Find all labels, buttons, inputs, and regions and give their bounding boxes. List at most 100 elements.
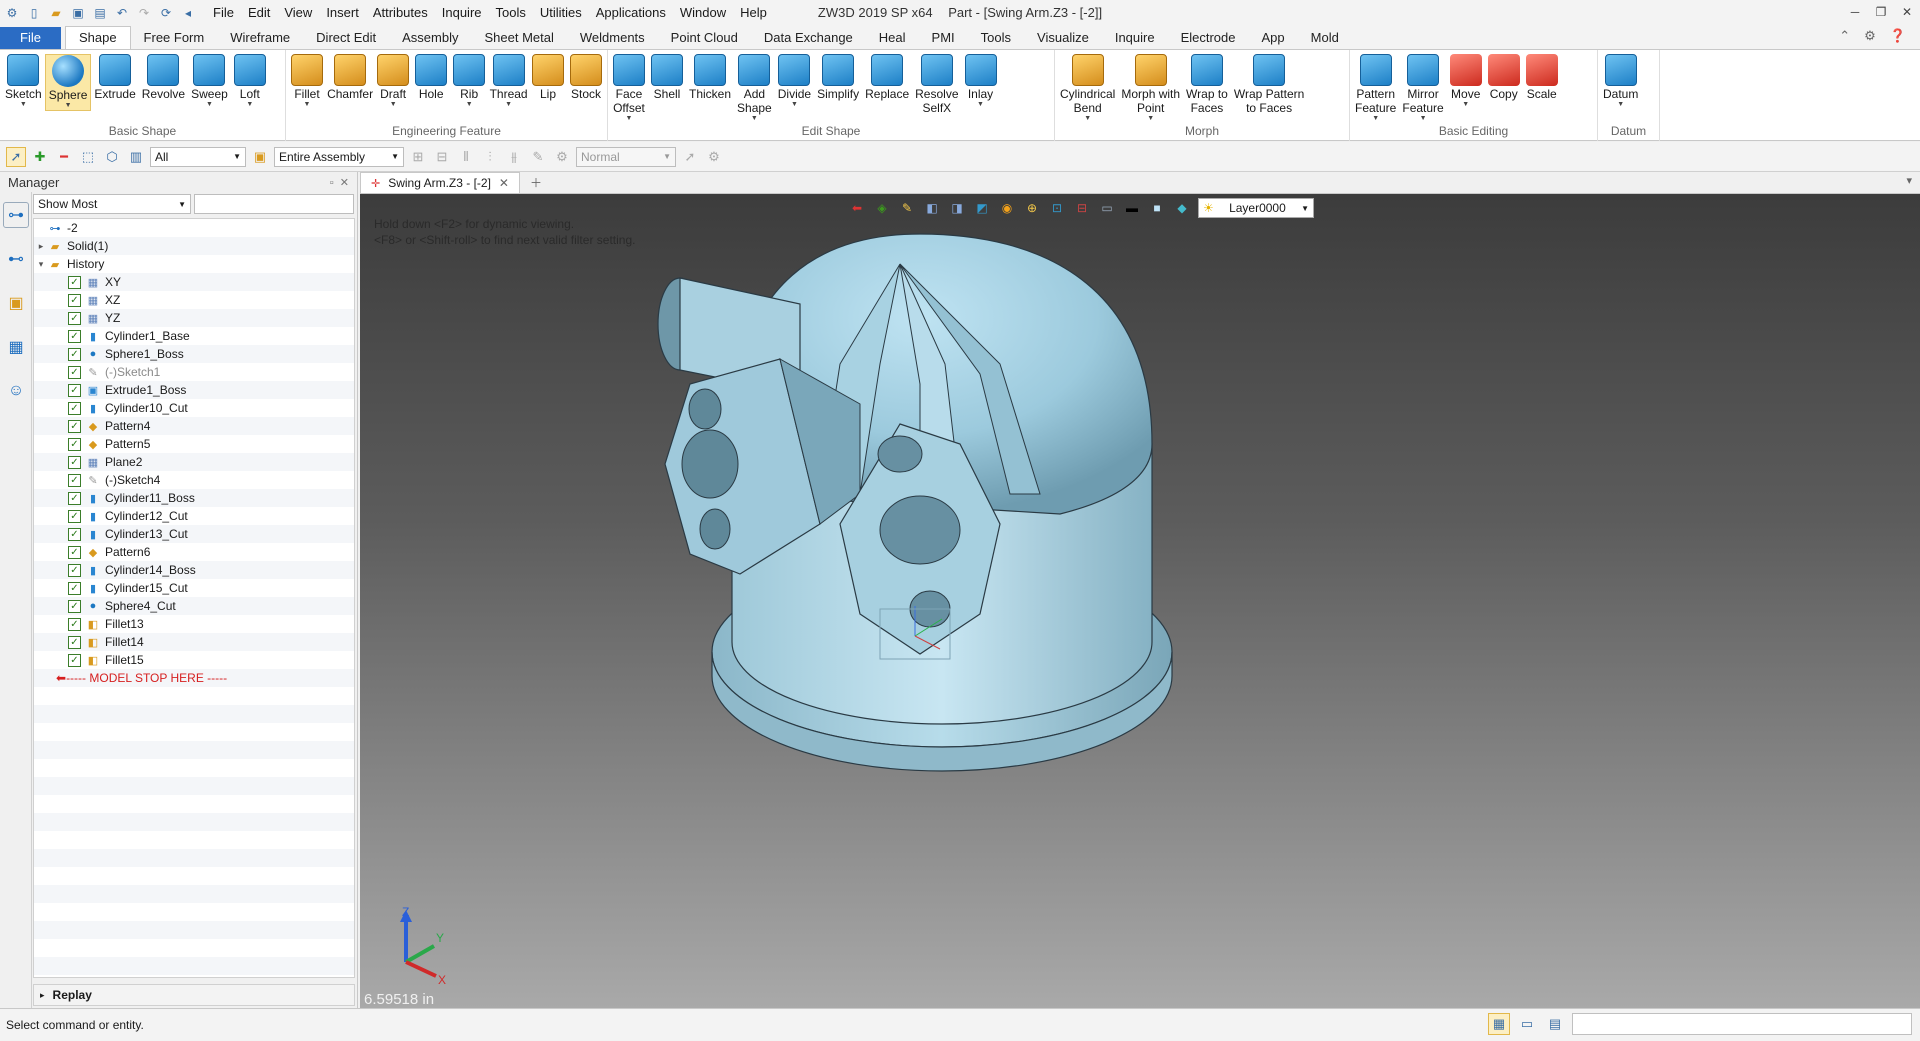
tree-row[interactable]: ✓ ● Sphere4_Cut [34, 597, 354, 615]
save-icon[interactable]: ▣ [70, 5, 86, 21]
tab-weldments[interactable]: Weldments [567, 27, 658, 49]
view-manager-icon[interactable]: ▦ [3, 334, 29, 360]
pick-mode-dropdown[interactable]: Normal ▼ [576, 146, 676, 167]
align-left-icon[interactable]: ⫴ [456, 147, 476, 167]
pin-icon[interactable]: ✎ [528, 147, 548, 167]
snap-icon[interactable]: ⊞ [408, 147, 428, 167]
pick-mode-icon[interactable]: ⚙ [552, 147, 572, 167]
window-icon[interactable]: ▤ [1544, 1013, 1566, 1035]
align-center-icon[interactable]: ⫶ [480, 147, 500, 167]
tree-row[interactable]: ✓ ▦ XZ [34, 291, 354, 309]
tab-sheet-metal[interactable]: Sheet Metal [472, 27, 567, 49]
visibility-checkbox[interactable]: ✓ [68, 563, 81, 577]
visibility-checkbox[interactable]: ✓ [68, 545, 81, 559]
filter-icon[interactable]: ▥ [126, 147, 146, 167]
visibility-checkbox[interactable]: ✓ [68, 527, 81, 541]
thread-button[interactable]: Thread ▼ [488, 54, 529, 109]
chevron-down-icon[interactable]: ▼ [1420, 115, 1427, 123]
model-render[interactable] [360, 194, 1920, 1008]
replay-section[interactable]: ▸ Replay [33, 984, 355, 1006]
menu-help[interactable]: Help [733, 0, 774, 25]
morph-with-point-button[interactable]: Morph with Point ▼ [1118, 54, 1183, 123]
minimize-button[interactable]: ─ [1842, 0, 1868, 25]
menu-utilities[interactable]: Utilities [533, 0, 589, 25]
tree-row[interactable]: ✓ ▮ Cylinder13_Cut [34, 525, 354, 543]
assembly-tree-icon[interactable]: ⊷ [3, 246, 29, 272]
tab-visualize[interactable]: Visualize [1024, 27, 1102, 49]
app-logo-icon[interactable]: ⚙ [4, 5, 20, 21]
tree-row[interactable]: ✓ ◧ Fillet14 [34, 633, 354, 651]
divide-button[interactable]: Divide ▼ [775, 54, 814, 123]
snap-grid-icon[interactable]: ⊟ [432, 147, 452, 167]
visibility-checkbox[interactable]: ✓ [68, 383, 81, 397]
display-filter-dropdown[interactable]: Show Most ▼ [33, 194, 191, 214]
datum-button[interactable]: Datum ▼ [1600, 54, 1641, 109]
visibility-checkbox[interactable]: ✓ [68, 581, 81, 595]
chamfer-button[interactable]: Chamfer [326, 54, 374, 109]
visibility-checkbox[interactable]: ✓ [68, 599, 81, 613]
tree-row[interactable]: ✓ ◧ Fillet15 [34, 651, 354, 669]
chevron-down-icon[interactable]: ▾ [34, 259, 48, 270]
pattern-feature-button[interactable]: Pattern Feature ▼ [1352, 54, 1399, 123]
tree-root-row[interactable]: ⊶ -2 [34, 219, 354, 237]
chevron-right-icon[interactable]: ▸ [34, 241, 48, 252]
visibility-checkbox[interactable]: ✓ [68, 635, 81, 649]
tab-mold[interactable]: Mold [1298, 27, 1352, 49]
settings-icon[interactable]: ⚙ [704, 147, 724, 167]
tab-assembly[interactable]: Assembly [389, 27, 471, 49]
back-arrow-icon[interactable]: ◂ [180, 5, 196, 21]
menu-file[interactable]: File [206, 0, 241, 25]
tree-row[interactable]: ✓ ◆ Pattern6 [34, 543, 354, 561]
draft-button[interactable]: Draft ▼ [374, 54, 412, 109]
tab-pmi[interactable]: PMI [919, 27, 968, 49]
tree-row[interactable]: ▸ ▰ Solid(1) [34, 237, 354, 255]
visibility-checkbox[interactable]: ✓ [68, 311, 81, 325]
tab-wireframe[interactable]: Wireframe [217, 27, 303, 49]
menu-tools[interactable]: Tools [489, 0, 533, 25]
chevron-down-icon[interactable]: ▼ [751, 115, 758, 123]
tab-heal[interactable]: Heal [866, 27, 919, 49]
tree-row[interactable]: ✓ ▮ Cylinder10_Cut [34, 399, 354, 417]
chevron-down-icon[interactable]: ▼ [1372, 115, 1379, 123]
thicken-button[interactable]: Thicken [686, 54, 734, 123]
visibility-checkbox[interactable]: ✓ [68, 617, 81, 631]
inlay-button[interactable]: Inlay ▼ [962, 54, 1000, 123]
user-icon[interactable]: ☺ [3, 378, 29, 404]
close-button[interactable]: ✕ [1894, 0, 1920, 25]
align-right-icon[interactable]: ⫵ [504, 147, 524, 167]
menu-applications[interactable]: Applications [589, 0, 673, 25]
pick-filter-dropdown[interactable]: All ▼ [150, 146, 246, 167]
chevron-down-icon[interactable]: ▼ [505, 101, 512, 109]
visibility-checkbox[interactable]: ✓ [68, 365, 81, 379]
tab-point-cloud[interactable]: Point Cloud [658, 27, 751, 49]
copy-button[interactable]: Copy [1485, 54, 1523, 123]
face-offset-button[interactable]: Face Offset ▼ [610, 54, 648, 123]
sweep-button[interactable]: Sweep ▼ [188, 54, 231, 111]
cylindrical-bend-button[interactable]: Cylindrical Bend ▼ [1057, 54, 1118, 123]
document-tab[interactable]: ✛ Swing Arm.Z3 - [-2] ✕ [360, 172, 520, 193]
command-input[interactable] [1572, 1013, 1912, 1035]
tab-file[interactable]: File [0, 27, 61, 49]
open-folder-icon[interactable]: ▰ [48, 5, 64, 21]
tree-row[interactable]: ✓ ▮ Cylinder1_Base [34, 327, 354, 345]
tree-row[interactable]: ✓ ◆ Pattern5 [34, 435, 354, 453]
visibility-checkbox[interactable]: ✓ [68, 293, 81, 307]
chevron-down-icon[interactable]: ▼ [466, 101, 473, 109]
menu-insert[interactable]: Insert [319, 0, 366, 25]
visibility-checkbox[interactable]: ✓ [68, 491, 81, 505]
tab-menu-icon[interactable]: ▾ [1906, 174, 1912, 187]
model-stop-row[interactable]: ⬅ ----- MODEL STOP HERE ----- [34, 669, 354, 687]
close-icon[interactable]: ✕ [340, 177, 349, 189]
chevron-down-icon[interactable]: ▼ [304, 101, 311, 109]
menu-inquire[interactable]: Inquire [435, 0, 489, 25]
new-file-icon[interactable]: ▯ [26, 5, 42, 21]
chevron-down-icon[interactable]: ▼ [626, 115, 633, 123]
extrude-button[interactable]: Extrude [91, 54, 138, 111]
caret-up-icon[interactable]: ⌃ [1839, 25, 1850, 47]
wrap-pattern-to-faces-button[interactable]: Wrap Pattern to Faces [1231, 54, 1307, 123]
tab-electrode[interactable]: Electrode [1168, 27, 1249, 49]
sketch-button[interactable]: Sketch ▼ [2, 54, 45, 111]
move-button[interactable]: Move ▼ [1447, 54, 1485, 123]
close-icon[interactable]: ✕ [499, 176, 509, 190]
menu-edit[interactable]: Edit [241, 0, 277, 25]
